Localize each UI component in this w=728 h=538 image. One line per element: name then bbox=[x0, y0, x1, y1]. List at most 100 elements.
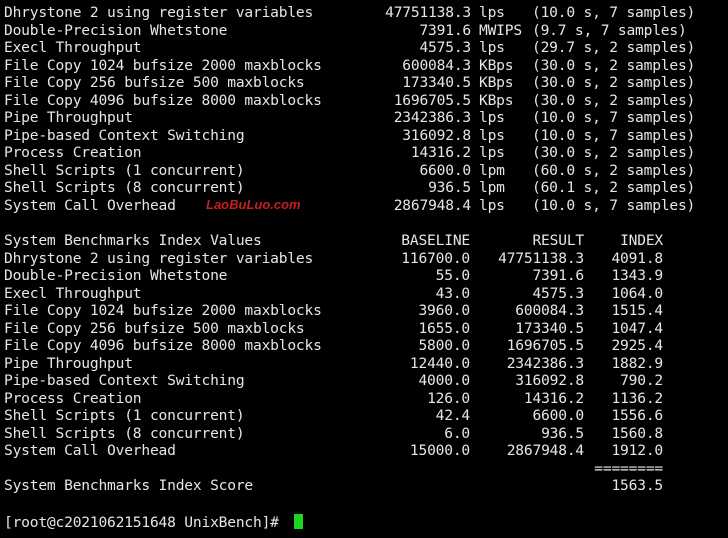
result-unit: KBps bbox=[479, 56, 514, 74]
shell-prompt[interactable]: [root@c2021062151648 UnixBench]# bbox=[4, 514, 304, 532]
result-name: Shell Scripts (1 concurrent) bbox=[4, 161, 245, 179]
watermark: LaoBuLuo.com bbox=[206, 197, 301, 212]
index-row-name: Double-Precision Whetstone bbox=[4, 267, 228, 284]
result-value: 6600.0 bbox=[419, 161, 471, 179]
terminal-window[interactable]: Dhrystone 2 using register variables 4775… bbox=[0, 0, 728, 538]
index-row-index: 2925.4 bbox=[611, 337, 663, 354]
index-row-result: 316092.8 bbox=[515, 372, 584, 389]
result-value: 1696705.5 bbox=[393, 91, 471, 109]
index-row-name: Shell Scripts (1 concurrent) bbox=[4, 407, 245, 424]
index-row-name: Pipe-based Context Switching bbox=[4, 372, 245, 389]
index-row-baseline: 12440.0 bbox=[409, 354, 470, 372]
index-row-result: 2342386.3 bbox=[506, 354, 584, 372]
result-name: File Copy 1024 bufsize 2000 maxblocks bbox=[4, 56, 322, 74]
result-value: 600084.3 bbox=[402, 56, 471, 74]
index-row-name: File Copy 1024 bufsize 2000 maxblocks bbox=[4, 302, 322, 319]
result-unit: lps bbox=[479, 109, 505, 126]
terminal-cursor bbox=[294, 514, 304, 529]
index-row-index: 1882.9 bbox=[611, 354, 663, 372]
index-row-baseline: 42.4 bbox=[435, 407, 471, 424]
result-name: Pipe-based Context Switching bbox=[4, 126, 245, 144]
result-unit: lpm bbox=[479, 161, 505, 179]
index-row-result: 6600.0 bbox=[532, 407, 584, 424]
result-name: File Copy 4096 bufsize 8000 maxblocks bbox=[4, 91, 322, 109]
index-header-index: INDEX bbox=[620, 232, 663, 249]
index-row-name: Pipe Throughput bbox=[4, 354, 133, 372]
index-row-baseline: 126.0 bbox=[427, 389, 470, 407]
index-row-baseline: 43.0 bbox=[435, 284, 471, 302]
index-row-baseline: 116700.0 bbox=[401, 249, 470, 267]
index-row-baseline: 4000.0 bbox=[418, 372, 470, 389]
index-row-baseline: 15000.0 bbox=[409, 442, 470, 459]
index-row-result: 14316.2 bbox=[523, 389, 584, 407]
index-row-index: 1064.0 bbox=[611, 284, 663, 302]
index-row-index: 1343.9 bbox=[611, 267, 663, 284]
index-row-index: 1136.2 bbox=[611, 389, 663, 407]
index-row-result: 47751138.3 bbox=[498, 249, 584, 267]
index-row-baseline: 1655.0 bbox=[418, 319, 470, 337]
index-row-name: Dhrystone 2 using register variables bbox=[4, 249, 314, 267]
result-value: 2342386.3 bbox=[393, 109, 471, 126]
index-row-name: Execl Throughput bbox=[4, 284, 142, 302]
result-info: (60.1 s, 2 samples) bbox=[532, 179, 696, 196]
index-row-index: 790.2 bbox=[620, 372, 663, 389]
result-name: File Copy 256 bufsize 500 maxblocks bbox=[4, 74, 305, 91]
index-row-name: File Copy 4096 bufsize 8000 maxblocks bbox=[4, 337, 322, 354]
result-unit: lps bbox=[479, 196, 505, 214]
index-row-index: 1912.0 bbox=[611, 442, 663, 459]
index-row-name: System Call Overhead bbox=[4, 442, 176, 459]
result-unit: lpm bbox=[479, 179, 505, 196]
result-info: (30.0 s, 2 samples) bbox=[532, 74, 696, 91]
index-row-index: 1556.6 bbox=[611, 407, 663, 424]
result-unit: MWIPS bbox=[479, 21, 522, 39]
result-name: System Call Overhead bbox=[4, 196, 176, 214]
index-row-result: 173340.5 bbox=[515, 319, 584, 337]
index-row-name: Process Creation bbox=[4, 389, 142, 407]
result-name: Execl Throughput bbox=[4, 39, 142, 56]
index-row-result: 1696705.5 bbox=[506, 337, 584, 354]
index-header-title: System Benchmarks Index Values bbox=[4, 232, 262, 249]
result-info: (30.0 s, 2 samples) bbox=[532, 144, 696, 161]
result-value: 4575.3 bbox=[419, 39, 471, 56]
result-name: Process Creation bbox=[4, 144, 142, 161]
result-info: (30.0 s, 2 samples) bbox=[532, 56, 696, 74]
result-name: Pipe Throughput bbox=[4, 109, 133, 126]
result-value: 47751138.3 bbox=[385, 4, 471, 21]
result-unit: KBps bbox=[479, 74, 514, 91]
prompt-text: [root@c2021062151648 UnixBench]# bbox=[4, 514, 288, 531]
result-value: 316092.8 bbox=[402, 126, 471, 144]
result-unit: KBps bbox=[479, 91, 514, 109]
result-value: 936.5 bbox=[428, 179, 471, 196]
result-info: (10.0 s, 7 samples) bbox=[532, 4, 696, 21]
result-name: Shell Scripts (8 concurrent) bbox=[4, 179, 245, 196]
result-info: (9.7 s, 7 samples) bbox=[532, 21, 687, 39]
index-row-result: 4575.3 bbox=[532, 284, 584, 302]
result-value: 14316.2 bbox=[410, 144, 471, 161]
result-unit: lps bbox=[479, 126, 505, 144]
index-header-baseline: BASELINE bbox=[401, 232, 470, 249]
result-unit: lps bbox=[479, 39, 505, 56]
index-separator: ======== bbox=[594, 459, 663, 477]
result-info: (30.0 s, 2 samples) bbox=[532, 91, 696, 109]
index-row-baseline: 5800.0 bbox=[418, 337, 470, 354]
index-row-index: 1560.8 bbox=[611, 424, 663, 442]
result-info: (60.0 s, 2 samples) bbox=[532, 161, 696, 179]
index-header-result: RESULT bbox=[532, 232, 584, 249]
index-row-baseline: 55.0 bbox=[435, 267, 471, 284]
result-info: (10.0 s, 7 samples) bbox=[532, 126, 696, 144]
result-value: 2867948.4 bbox=[393, 196, 471, 214]
index-row-baseline: 6.0 bbox=[444, 424, 470, 442]
result-name: Dhrystone 2 using register variables bbox=[4, 4, 314, 21]
index-row-index: 1047.4 bbox=[611, 319, 663, 337]
result-info: (10.0 s, 7 samples) bbox=[532, 196, 696, 214]
index-row-result: 7391.6 bbox=[532, 267, 584, 284]
index-row-result: 936.5 bbox=[541, 424, 584, 442]
index-row-index: 1515.4 bbox=[611, 302, 663, 319]
index-row-result: 600084.3 bbox=[515, 302, 584, 319]
index-score-label: System Benchmarks Index Score bbox=[4, 477, 253, 494]
result-info: (10.0 s, 7 samples) bbox=[532, 109, 696, 126]
result-info: (29.7 s, 2 samples) bbox=[532, 39, 696, 56]
result-value: 7391.6 bbox=[419, 21, 471, 39]
result-unit: lps bbox=[479, 144, 505, 161]
index-row-name: Shell Scripts (8 concurrent) bbox=[4, 424, 245, 442]
